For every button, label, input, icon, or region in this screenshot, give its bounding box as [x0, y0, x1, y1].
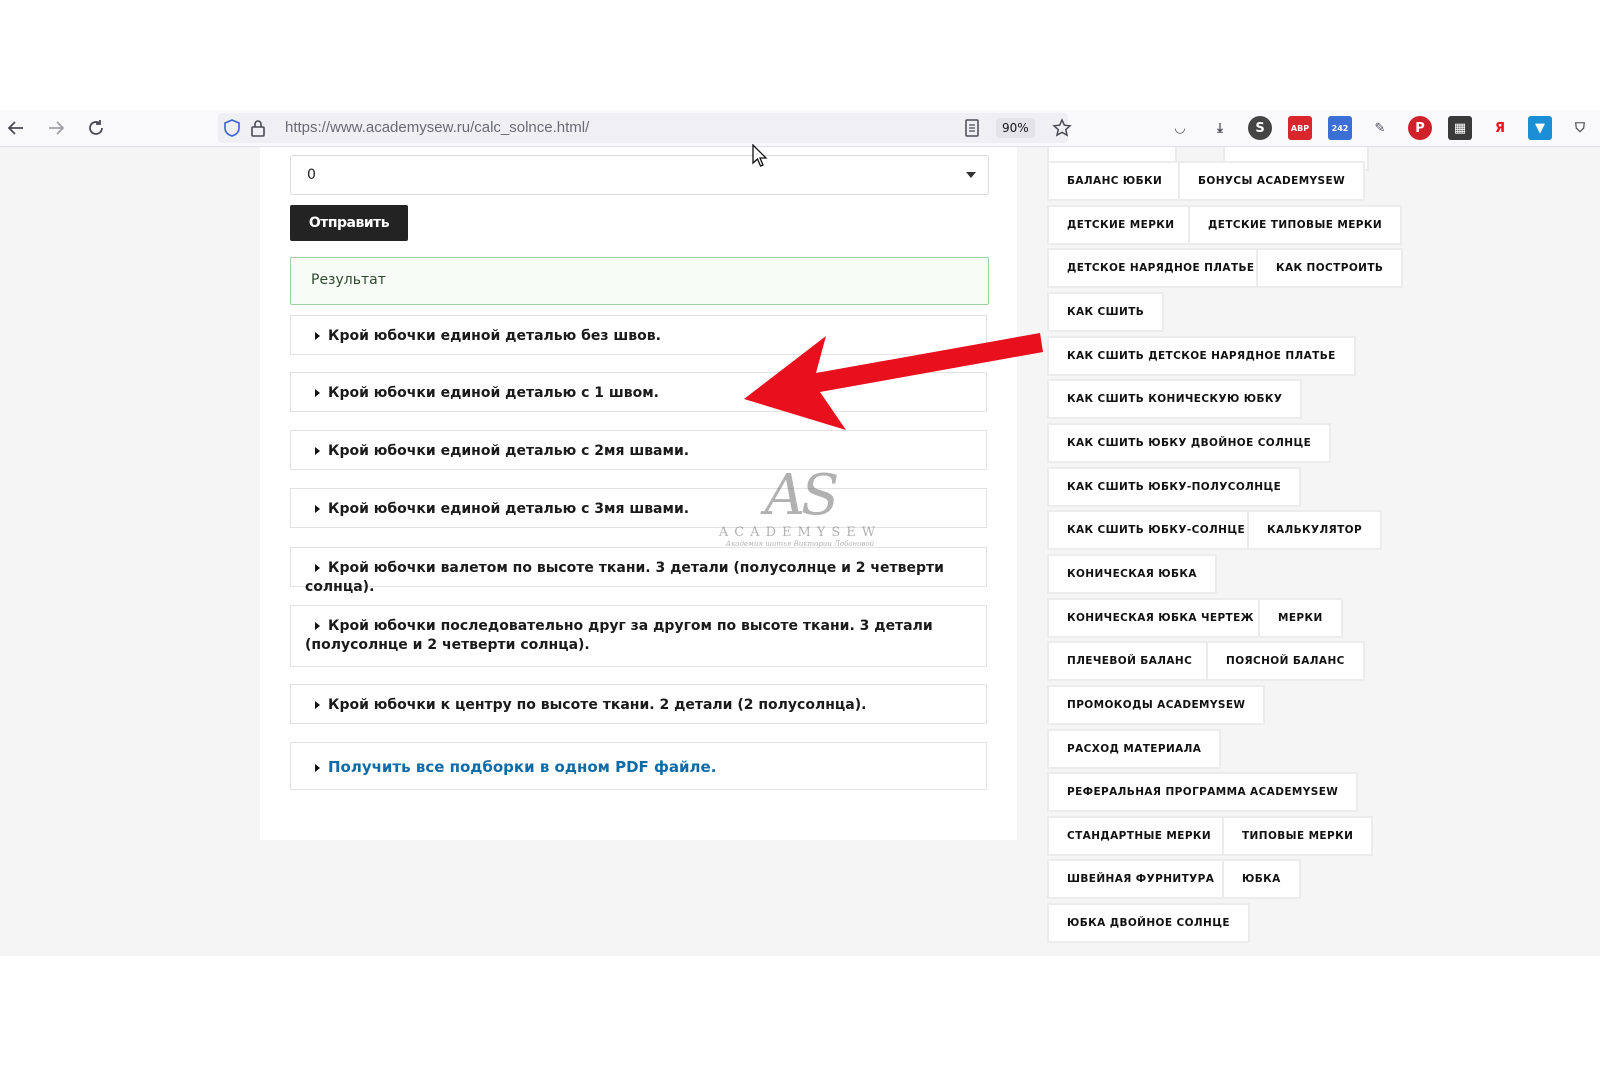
tag-item[interactable]: РЕФЕРАЛЬНАЯ ПРОГРАММА ACADEMYSEW: [1047, 772, 1359, 812]
shield-extension-icon[interactable]: ⛉: [1568, 116, 1592, 140]
vpn-shield-icon[interactable]: ▼: [1528, 116, 1552, 140]
tag-item[interactable]: ДЕТСКИЕ ТИПОВЫЕ МЕРКИ: [1188, 205, 1403, 245]
pocket-icon[interactable]: ◡: [1168, 116, 1192, 140]
forward-arrow-icon[interactable]: [42, 114, 70, 142]
accordion-label: Крой юбочки единой деталью с 3мя швами.: [328, 501, 690, 517]
quantity-select[interactable]: 0: [290, 155, 989, 195]
mouse-cursor-icon: [752, 144, 768, 167]
bookmark-star-icon[interactable]: [1050, 116, 1074, 140]
accordion-item-2[interactable]: Крой юбочки единой деталью с 1 швом.: [290, 372, 987, 412]
accordion-label: Крой юбочки к центру по высоте ткани. 2 …: [328, 697, 867, 713]
pdf-download-link[interactable]: Получить все подборки в одном PDF файле.: [328, 758, 716, 776]
caret-right-icon: [315, 700, 320, 709]
result-label: Результат: [311, 272, 386, 288]
watermark-logo: AS: [764, 463, 840, 528]
tag-item[interactable]: БАЛАНС ЮБКИ: [1047, 161, 1183, 201]
tag-item[interactable]: РАСХОД МАТЕРИАЛА: [1047, 729, 1222, 769]
translate-extension-icon[interactable]: ✎: [1368, 116, 1392, 140]
tag-item[interactable]: КОНИЧЕСКАЯ ЮБКА: [1047, 554, 1217, 594]
caret-right-icon: [315, 388, 320, 397]
tag-item[interactable]: ПРОМОКОДЫ ACADEMYSEW: [1047, 685, 1266, 725]
tag-item[interactable]: КАК СШИТЬ ЮБКУ-СОЛНЦЕ: [1047, 510, 1266, 550]
pinterest-icon[interactable]: P: [1408, 116, 1432, 140]
submit-button[interactable]: Отправить: [290, 205, 408, 241]
accordion-label: Крой юбочки валетом по высоте ткани. 3 д…: [305, 560, 944, 595]
url-text[interactable]: https://www.academysew.ru/calc_solnce.ht…: [285, 119, 589, 136]
s-extension-icon[interactable]: S: [1248, 116, 1272, 140]
tag-item[interactable]: КАК СШИТЬ ДЕТСКОЕ НАРЯДНОЕ ПЛАТЬЕ: [1047, 336, 1356, 376]
browser-toolbar: https://www.academysew.ru/calc_solnce.ht…: [0, 110, 1600, 147]
shield-icon[interactable]: [220, 116, 244, 140]
tag-item[interactable]: ПОЯСНОЙ БАЛАНС: [1206, 641, 1365, 681]
url-bar[interactable]: https://www.academysew.ru/calc_solnce.ht…: [218, 113, 1072, 143]
caret-right-icon: [315, 621, 320, 630]
caret-right-icon: [315, 504, 320, 513]
back-arrow-icon[interactable]: [2, 114, 30, 142]
adblock-icon[interactable]: ABP: [1288, 116, 1312, 140]
zoom-level[interactable]: 90%: [996, 118, 1035, 138]
tag-item[interactable]: ТИПОВЫЕ МЕРКИ: [1222, 816, 1374, 856]
caret-right-icon: [315, 446, 320, 455]
select-value: 0: [307, 167, 316, 183]
tag-item[interactable]: КАК СШИТЬ ЮБКУ-ПОЛУСОЛНЦЕ: [1047, 467, 1302, 507]
tag-item[interactable]: ПЛЕЧЕВОЙ БАЛАНС: [1047, 641, 1213, 681]
watermark-name: ACADEMYSEW: [718, 525, 882, 540]
accordion-label: Крой юбочки последовательно друг за друг…: [305, 618, 933, 653]
reload-icon[interactable]: [82, 114, 110, 142]
tag-item[interactable]: СТАНДАРТНЫЕ МЕРКИ: [1047, 816, 1232, 856]
caret-right-icon: [315, 331, 320, 340]
accordion-item-3[interactable]: Крой юбочки единой деталью с 2мя швами.: [290, 430, 987, 470]
tag-item[interactable]: ДЕТСКОЕ НАРЯДНОЕ ПЛАТЬЕ: [1047, 248, 1275, 288]
accordion-item-6[interactable]: Крой юбочки последовательно друг за друг…: [290, 605, 987, 667]
lock-icon[interactable]: [246, 116, 270, 140]
tag-item[interactable]: КАК СШИТЬ ЮБКУ ДВОЙНОЕ СОЛНЦЕ: [1047, 423, 1332, 463]
accordion-item-1[interactable]: Крой юбочки единой деталью без швов.: [290, 315, 987, 355]
page-viewport: 0 Отправить Результат Крой юбочки единой…: [0, 147, 1600, 956]
academysew-watermark: AS ACADEMYSEW Академия шитья Виктории Ло…: [715, 463, 885, 549]
watermark-tagline: Академия шитья Виктории Лобановой: [725, 540, 875, 548]
tag-item[interactable]: КАЛЬКУЛЯТОР: [1247, 510, 1383, 550]
calendar-extension-icon[interactable]: 242: [1328, 116, 1352, 140]
download-icon[interactable]: ⤓: [1208, 116, 1232, 140]
tag-item[interactable]: КАК СШИТЬ КОНИЧЕСКУЮ ЮБКУ: [1047, 379, 1303, 419]
tag-item[interactable]: КОНИЧЕСКАЯ ЮБКА ЧЕРТЕЖ: [1047, 598, 1274, 638]
accordion-item-5[interactable]: Крой юбочки валетом по высоте ткани. 3 д…: [290, 547, 987, 595]
tag-item[interactable]: ЮБКА ДВОЙНОЕ СОЛНЦЕ: [1047, 903, 1250, 943]
accordion-item-pdf[interactable]: Получить все подборки в одном PDF файле.: [290, 742, 987, 790]
yandex-icon[interactable]: Я: [1488, 116, 1512, 140]
caret-right-icon: [315, 763, 320, 772]
tag-item[interactable]: КАК ПОСТРОИТЬ: [1256, 248, 1404, 288]
color-extension-icon[interactable]: ▦: [1448, 116, 1472, 140]
tag-item[interactable]: ДЕТСКИЕ МЕРКИ: [1047, 205, 1195, 245]
tag-item[interactable]: МЕРКИ: [1258, 598, 1343, 638]
chevron-down-icon: [966, 172, 976, 178]
accordion-label: Крой юбочки единой деталью с 2мя швами.: [328, 443, 690, 459]
reader-view-icon[interactable]: [960, 116, 984, 140]
main-content: 0 Отправить Результат Крой юбочки единой…: [260, 147, 1017, 840]
caret-right-icon: [315, 563, 320, 572]
tag-item[interactable]: ШВЕЙНАЯ ФУРНИТУРА: [1047, 859, 1235, 899]
tag-item[interactable]: БОНУСЫ ACADEMYSEW: [1178, 161, 1366, 201]
accordion-label: Крой юбочки единой деталью с 1 швом.: [328, 385, 660, 401]
accordion-label: Крой юбочки единой деталью без швов.: [328, 328, 661, 344]
tag-item[interactable]: КАК СШИТЬ: [1047, 292, 1165, 332]
result-box: Результат: [290, 257, 989, 305]
tag-item[interactable]: ЮБКА: [1222, 859, 1301, 899]
accordion-item-7[interactable]: Крой юбочки к центру по высоте ткани. 2 …: [290, 684, 987, 724]
